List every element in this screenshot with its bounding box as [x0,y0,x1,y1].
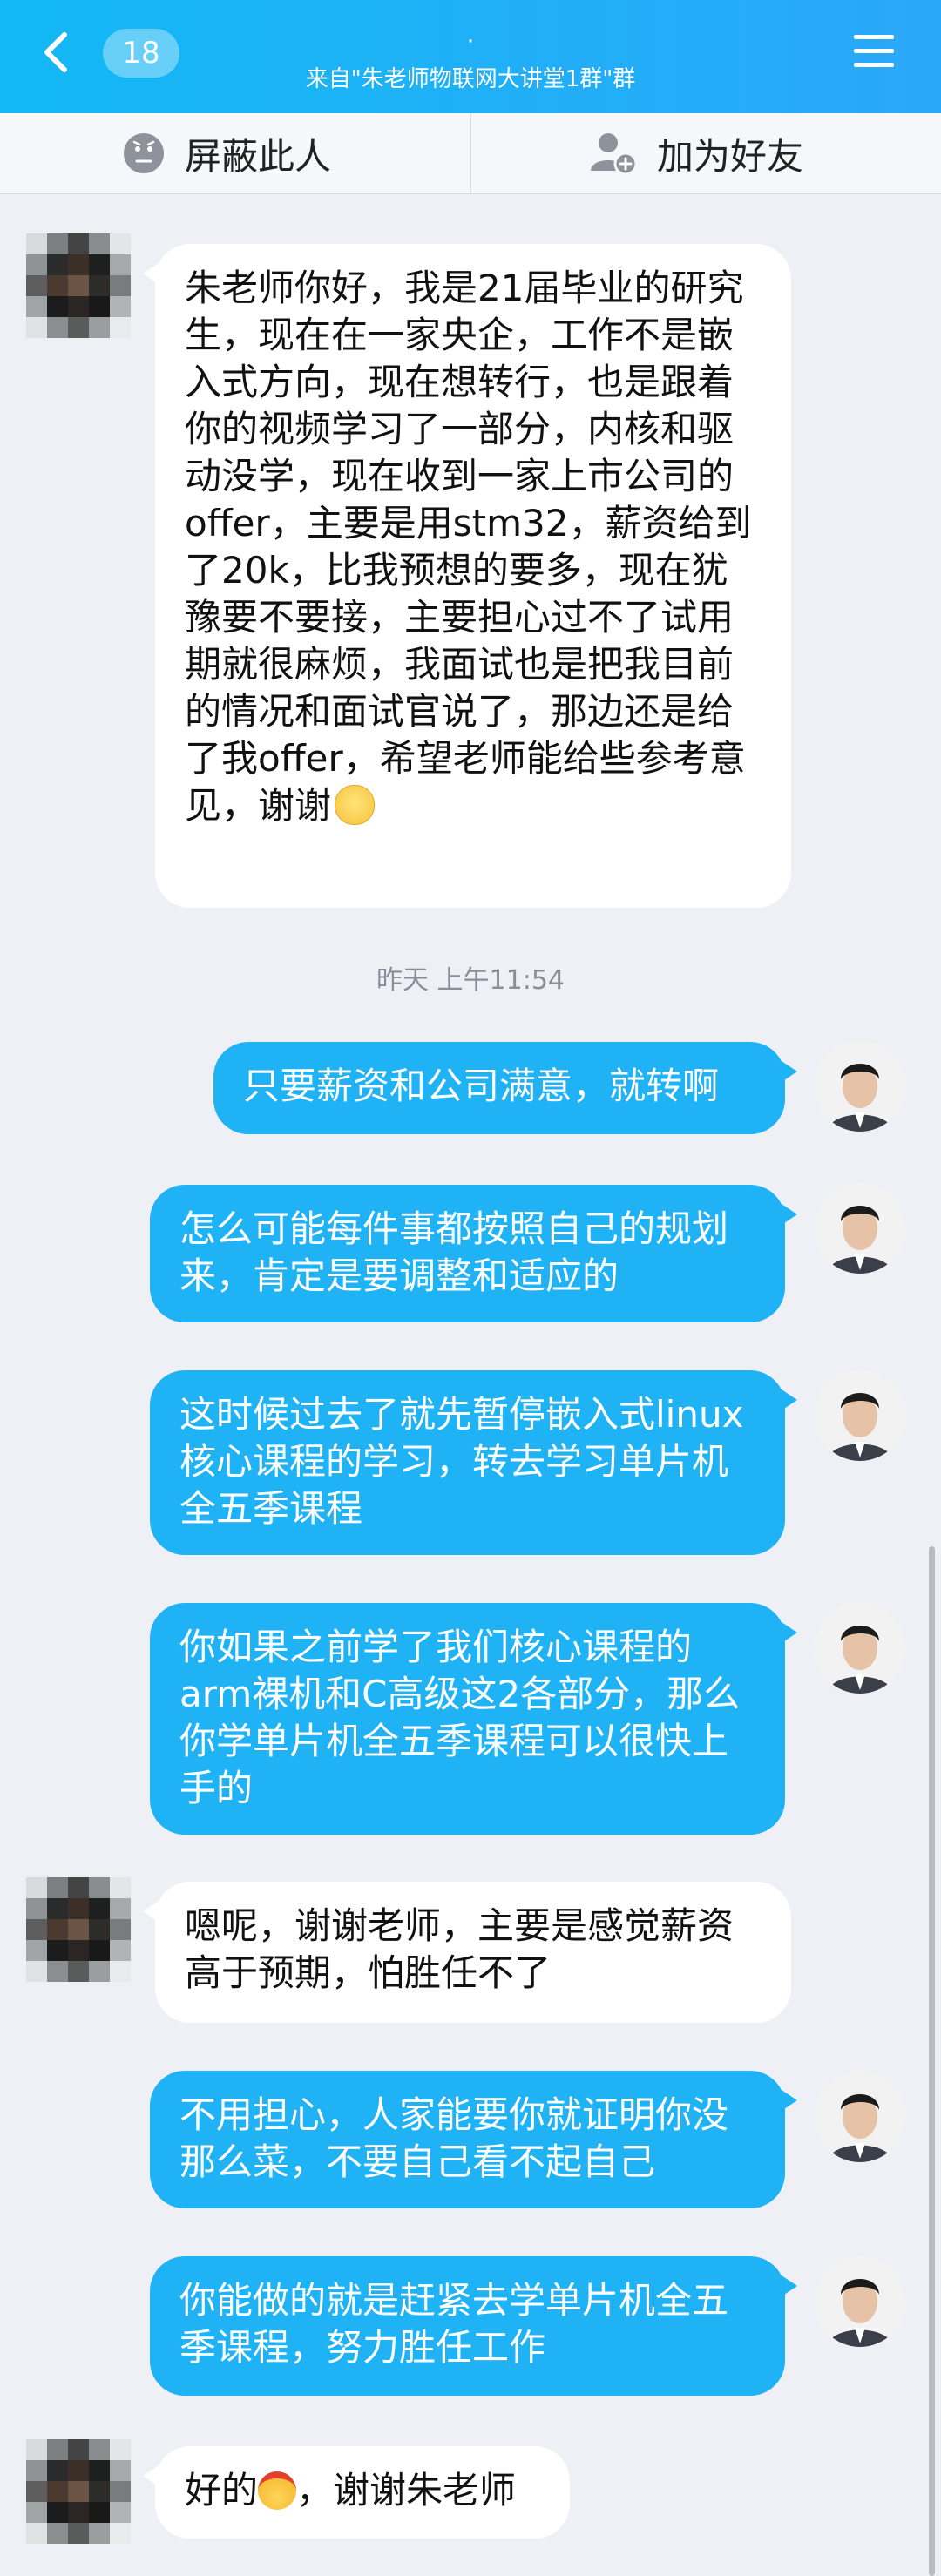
message-text-before: 好的 [185,2469,259,2512]
message-text-after: ，谢谢朱老师 [296,2469,517,2512]
add-friend-button[interactable]: 加为好友 [589,113,803,193]
my-avatar[interactable] [815,2256,905,2347]
sender-avatar[interactable] [26,1877,131,1982]
headband-emoji-icon [258,2471,297,2510]
title-bar: 18 · 来自"朱老师物联网大讲堂1群"群 [0,0,941,113]
message-text: 朱老师你好，我是21届毕业的研究生，现在在一家央企，工作不是嵌入式方向，现在想转… [185,267,752,827]
block-user-label: 屏蔽此人 [185,134,332,178]
add-friend-label: 加为好友 [657,134,804,178]
menu-icon[interactable] [852,31,896,71]
message-text: 怎么可能每件事都按照自己的规划来，肯定是要调整和适应的 [179,1207,729,1297]
chat-title: · [466,29,475,55]
message-bubble-outgoing[interactable]: 这时候过去了就先暂停嵌入式linux核心课程的学习，转去学习单片机全五季课程 [150,1370,797,1555]
sender-avatar[interactable] [26,2439,131,2544]
block-user-button[interactable]: 屏蔽此人 [122,113,331,193]
pensive-emoji-icon [335,785,376,825]
my-avatar[interactable] [815,1183,905,1274]
message-bubble-outgoing[interactable]: 怎么可能每件事都按照自己的规划来，肯定是要调整和适应的 [150,1185,797,1322]
block-icon [122,132,166,175]
message-text: 不用担心，人家能要你就证明你没那么菜，不要自己看不起自己 [179,2093,729,2183]
message-text: 你如果之前学了我们核心课程的arm裸机和C高级这2各部分，那么你学单片机全五季课… [179,1626,741,1809]
message-bubble-outgoing[interactable]: 你能做的就是赶紧去学单片机全五季课程，努力胜任工作 [150,2256,797,2396]
my-avatar[interactable] [815,1370,905,1461]
message-bubble-outgoing[interactable]: 只要薪资和公司满意，就转啊 [213,1042,797,1134]
add-friend-icon [589,131,638,176]
my-avatar[interactable] [815,2072,905,2162]
action-divider [470,113,471,193]
message-bubble-incoming[interactable]: 朱老师你好，我是21届毕业的研究生，现在在一家央企，工作不是嵌入式方向，现在想转… [143,244,791,908]
chat-subtitle: 来自"朱老师物联网大讲堂1群"群 [305,66,636,92]
message-text: 嗯呢，谢谢老师，主要是感觉薪资高于预期，怕胜任不了 [185,1904,735,1994]
message-text: 你能做的就是赶紧去学单片机全五季课程，努力胜任工作 [179,2279,729,2369]
message-bubble-outgoing[interactable]: 你如果之前学了我们核心课程的arm裸机和C高级这2各部分，那么你学单片机全五季课… [150,1603,797,1835]
scrollbar[interactable] [929,1546,935,2576]
message-text: 这时候过去了就先暂停嵌入式linux核心课程的学习，转去学习单片机全五季课程 [179,1393,744,1530]
message-bubble-outgoing[interactable]: 不用担心，人家能要你就证明你没那么菜，不要自己看不起自己 [150,2071,797,2208]
message-text: 只要薪资和公司满意，就转啊 [243,1065,720,1107]
message-bubble-incoming[interactable]: 嗯呢，谢谢老师，主要是感觉薪资高于预期，怕胜任不了 [143,1882,791,2023]
action-bar: 屏蔽此人 加为好友 [0,113,941,194]
sender-avatar[interactable] [26,233,131,338]
message-bubble-incoming[interactable]: 好的 ，谢谢朱老师 [143,2446,570,2539]
my-avatar[interactable] [815,1041,905,1132]
my-avatar[interactable] [815,1603,905,1694]
message-timestamp: 昨天 上午11:54 [376,965,565,996]
